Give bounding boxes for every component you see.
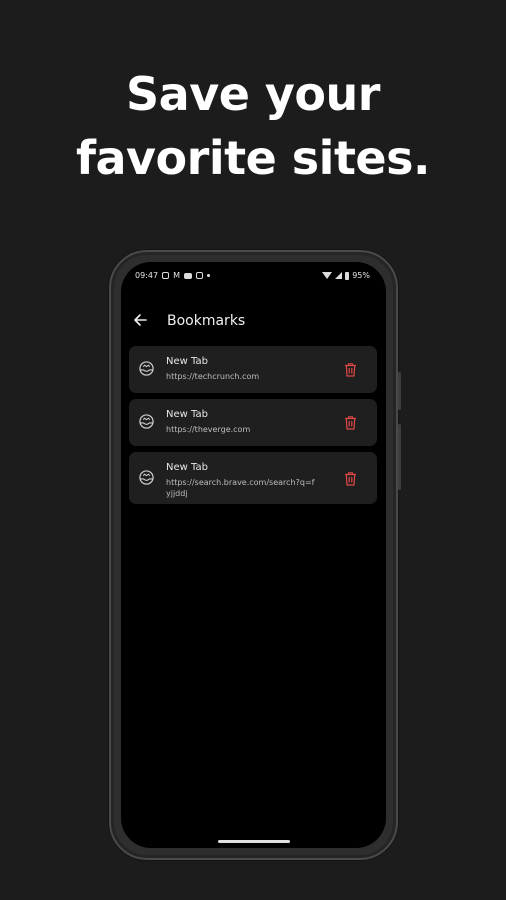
bookmark-item[interactable]: New Tab https://search.brave.com/search?…: [129, 452, 377, 504]
phone-frame: 09:47 M 95% Bookmarks New Tab https://te…: [109, 250, 401, 860]
battery-icon: [345, 271, 350, 280]
notification-icon: [195, 272, 203, 279]
bookmark-item[interactable]: New Tab https://theverge.com: [129, 399, 377, 446]
status-time: 09:47: [135, 271, 159, 280]
battery-percent: 95%: [352, 271, 370, 280]
headline: Save your favorite sites.: [0, 62, 506, 190]
bookmark-title: New Tab: [166, 356, 208, 367]
status-bar: 09:47 M 95%: [121, 262, 386, 290]
power-button: [398, 372, 401, 410]
headline-line-2: favorite sites.: [76, 131, 431, 185]
status-app-icon: [162, 272, 170, 279]
bookmark-list: New Tab https://techcrunch.com New Tab h…: [129, 346, 377, 510]
status-left-text: M: [173, 271, 180, 280]
more-notifications-icon: [206, 274, 210, 277]
globe-icon: [139, 361, 154, 376]
page-title: Bookmarks: [167, 313, 246, 329]
bookmark-url: https://theverge.com: [166, 425, 251, 434]
bookmark-item[interactable]: New Tab https://techcrunch.com: [129, 346, 377, 393]
bookmark-title: New Tab: [166, 409, 208, 420]
app-bar: Bookmarks: [121, 300, 386, 344]
bookmark-title: New Tab: [166, 462, 208, 473]
wifi-icon: [322, 272, 333, 279]
trash-icon[interactable]: [344, 362, 357, 377]
headline-line-1: Save your: [126, 67, 380, 121]
bookmark-url: https://techcrunch.com: [166, 372, 260, 381]
youtube-icon: [183, 272, 192, 279]
globe-icon: [139, 470, 154, 485]
volume-button: [398, 424, 401, 490]
bookmark-url: https://search.brave.com/search?q=fyjjdd…: [166, 478, 315, 498]
home-indicator[interactable]: [218, 840, 290, 843]
signal-icon: [335, 272, 343, 279]
trash-icon[interactable]: [344, 415, 357, 430]
arrow-left-icon[interactable]: [132, 312, 148, 328]
globe-icon: [139, 414, 154, 429]
phone-screen: 09:47 M 95% Bookmarks New Tab https://te…: [121, 262, 386, 848]
trash-icon[interactable]: [344, 471, 357, 486]
